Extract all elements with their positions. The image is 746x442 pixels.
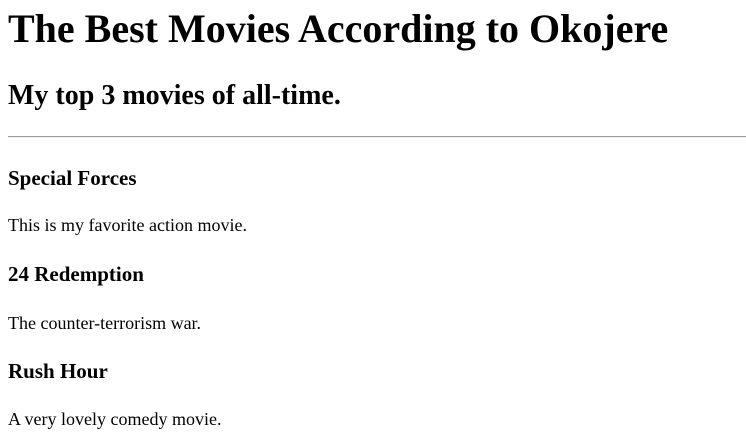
movie-description: The counter-terrorism war. xyxy=(8,313,202,333)
movie-title: Special Forces xyxy=(8,166,137,190)
movie-title: Rush Hour xyxy=(8,359,108,383)
movie-description: A very lovely comedy movie. xyxy=(8,409,222,429)
page-subtitle: My top 3 movies of all-time. xyxy=(8,80,341,111)
page-title: The Best Movies According to Okojere xyxy=(8,6,669,51)
movie-title: 24 Redemption xyxy=(8,262,144,286)
movie-description: This is my favorite action movie. xyxy=(8,215,247,235)
section-divider xyxy=(8,136,746,138)
